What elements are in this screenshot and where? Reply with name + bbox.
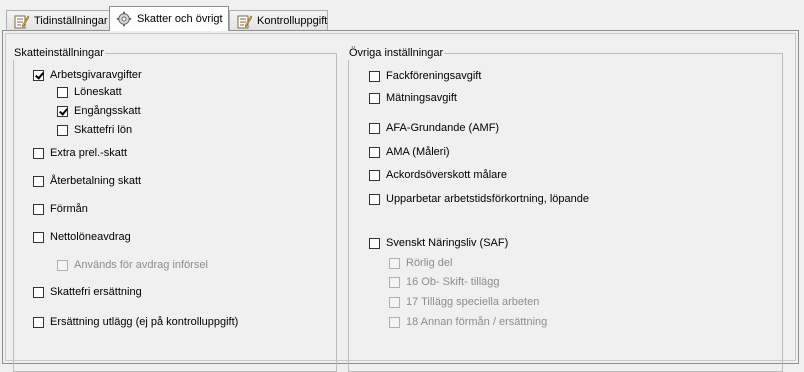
checkbox-nettoloneavdrag[interactable]: Nettolöneavdrag	[33, 231, 131, 244]
checkbox-svenskt-naringsliv[interactable]: Svenskt Näringsliv (SAF)	[369, 237, 508, 250]
checkbox-skattefri-ersattning[interactable]: Skattefri ersättning	[33, 286, 142, 299]
checkbox-skattefri-lon[interactable]: Skattefri lön	[57, 124, 132, 137]
checkbox-box[interactable]	[33, 232, 44, 243]
checkbox-box[interactable]	[369, 194, 380, 205]
checkbox-label: Svenskt Näringsliv (SAF)	[386, 237, 509, 249]
checkbox-annan-forman[interactable]: 18 Annan förmån / ersättning	[389, 316, 547, 329]
checkbox-box[interactable]	[389, 317, 400, 328]
checkbox-ama-maleri[interactable]: AMA (Måleri)	[369, 146, 450, 159]
checkbox-aterbetalning-skatt[interactable]: Återbetalning skatt	[33, 175, 141, 188]
tab-strip: Tidinställningar Skatter och övrigt Kont…	[0, 0, 804, 31]
tax-settings-group: Skatteinställningar Arbetsgivaravgifter …	[13, 47, 337, 372]
checkbox-label: Arbetsgivaravgifter	[50, 69, 142, 81]
checkbox-label: AMA (Måleri)	[386, 146, 450, 158]
checkbox-label: AFA-Grundande (AMF)	[386, 122, 500, 134]
checkbox-box[interactable]	[389, 277, 400, 288]
checkbox-label: Förmån	[50, 203, 88, 215]
checkbox-fackforeningsavgift[interactable]: Fackföreningsavgift	[369, 70, 481, 83]
checkbox-label: Används för avdrag införsel	[74, 259, 208, 271]
checkbox-box[interactable]	[369, 93, 380, 104]
checkbox-loneskatt[interactable]: Löneskatt	[57, 86, 122, 99]
group-title: Skatteinställningar	[13, 47, 105, 60]
checkbox-box[interactable]	[389, 258, 400, 269]
checkbox-rorlig-del[interactable]: Rörlig del	[389, 257, 452, 270]
checkbox-box[interactable]	[369, 238, 380, 249]
checkbox-label: Löneskatt	[74, 86, 122, 98]
checkbox-arbetsgivaravgifter[interactable]: Arbetsgivaravgifter	[33, 69, 142, 82]
checkbox-box[interactable]	[33, 70, 44, 81]
checkbox-box[interactable]	[33, 204, 44, 215]
gear-icon	[116, 11, 132, 27]
checkbox-upparbetar-atk[interactable]: Upparbetar arbetstidsförkortning, löpand…	[369, 193, 589, 206]
tab-kontrolluppgift[interactable]: Kontrolluppgift	[229, 10, 328, 30]
pencil-document-icon	[237, 15, 252, 28]
checkbox-ob-skift-tillagg[interactable]: 16 Ob- Skift- tillägg	[389, 276, 500, 289]
checkbox-label: Skattefri ersättning	[50, 286, 142, 298]
tab-label: Skatter och övrigt	[137, 13, 223, 25]
checkbox-label: Mätningsavgift	[386, 92, 457, 104]
checkbox-box[interactable]	[369, 71, 380, 82]
checkbox-label: 18 Annan förmån / ersättning	[406, 316, 548, 328]
tab-label: Kontrolluppgift	[257, 14, 328, 27]
checkbox-label: Fackföreningsavgift	[386, 70, 482, 82]
checkbox-box[interactable]	[57, 260, 68, 271]
checkbox-box[interactable]	[369, 123, 380, 134]
checkbox-extra-prel-skatt[interactable]: Extra prel.-skatt	[33, 147, 127, 160]
checkbox-box[interactable]	[57, 106, 68, 117]
checkbox-label: Ersättning utlägg (ej på kontrolluppgift…	[50, 316, 239, 328]
checkbox-box[interactable]	[389, 297, 400, 308]
checkbox-tillagg-speciella-arbeten[interactable]: 17 Tillägg speciella arbeten	[389, 296, 539, 309]
tab-tidinstallningar[interactable]: Tidinställningar	[6, 10, 110, 30]
checkbox-box[interactable]	[33, 148, 44, 159]
checkbox-label: Rörlig del	[406, 257, 453, 269]
checkbox-forman[interactable]: Förmån	[33, 203, 88, 216]
pencil-document-icon	[14, 15, 29, 28]
checkbox-box[interactable]	[33, 317, 44, 328]
checkbox-box[interactable]	[369, 147, 380, 158]
checkbox-box[interactable]	[57, 87, 68, 98]
checkbox-label: 17 Tillägg speciella arbeten	[406, 296, 540, 308]
checkbox-label: 16 Ob- Skift- tillägg	[406, 276, 500, 288]
checkbox-box[interactable]	[369, 170, 380, 181]
checkbox-label: Upparbetar arbetstidsförkortning, löpand…	[386, 193, 590, 205]
checkbox-label: Nettolöneavdrag	[50, 231, 131, 243]
tab-panel: Skatteinställningar Arbetsgivaravgifter …	[2, 30, 799, 372]
other-settings-group: Övriga inställningar Fackföreningsavgift…	[348, 47, 783, 372]
checkbox-box[interactable]	[57, 125, 68, 136]
checkbox-box[interactable]	[33, 287, 44, 298]
group-title: Övriga inställningar	[348, 47, 445, 60]
checkbox-box[interactable]	[33, 176, 44, 187]
checkbox-label: Engångsskatt	[74, 105, 141, 117]
checkbox-anvands-for-avdrag-inforsel[interactable]: Används för avdrag införsel	[57, 259, 208, 272]
checkbox-label: Ackordsöverskott målare	[386, 169, 508, 181]
tab-label: Tidinställningar	[34, 14, 108, 27]
tab-skatter-och-ovrigt[interactable]: Skatter och övrigt	[109, 6, 229, 31]
checkbox-label: Skattefri lön	[74, 124, 133, 136]
checkbox-matningsavgift[interactable]: Mätningsavgift	[369, 92, 457, 105]
checkbox-label: Extra prel.-skatt	[50, 147, 128, 159]
checkbox-engangsskatt[interactable]: Engångsskatt	[57, 105, 141, 118]
checkbox-afa-grundande[interactable]: AFA-Grundande (AMF)	[369, 122, 499, 135]
checkbox-label: Återbetalning skatt	[50, 175, 142, 187]
checkbox-ackordsoverskott[interactable]: Ackordsöverskott målare	[369, 169, 507, 182]
checkbox-ersattning-utlagg[interactable]: Ersättning utlägg (ej på kontrolluppgift…	[33, 316, 238, 329]
